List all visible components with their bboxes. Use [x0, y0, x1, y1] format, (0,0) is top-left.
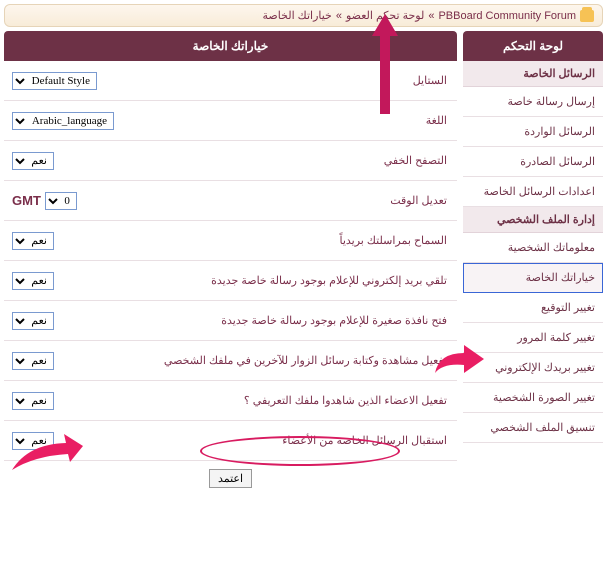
- sidebar-item[interactable]: تغيير بريدك الإلكتروني: [463, 353, 603, 383]
- option-select[interactable]: نعملا: [12, 352, 54, 370]
- forum-icon: [580, 10, 594, 22]
- row-control: نعملا: [4, 226, 144, 256]
- option-select[interactable]: نعملا: [12, 272, 54, 290]
- settings-row: السماح بمراسلتك بريدياً نعملا: [4, 221, 457, 261]
- settings-row: تفعيل مشاهدة وكتابة رسائل الزوار للآخرين…: [4, 341, 457, 381]
- settings-row: التصفح الخفي نعملا: [4, 141, 457, 181]
- submit-button[interactable]: [209, 469, 252, 488]
- row-control: Arabic_language: [4, 106, 144, 136]
- breadcrumb-sep: »: [428, 10, 434, 22]
- main-title: خياراتك الخاصة: [4, 31, 457, 61]
- row-label: تفعيل مشاهدة وكتابة رسائل الزوار للآخرين…: [144, 346, 457, 375]
- row-label: السماح بمراسلتك بريدياً: [144, 226, 457, 255]
- row-control: نعملا: [4, 146, 144, 176]
- sidebar-item[interactable]: تغيير الصورة الشخصية: [463, 383, 603, 413]
- row-control: نعملا: [4, 266, 144, 296]
- option-select[interactable]: نعملا: [12, 232, 54, 250]
- option-select[interactable]: نعملا: [12, 432, 54, 450]
- sidebar-item[interactable]: إرسال رسالة خاصة: [463, 87, 603, 117]
- row-label: الستايل: [144, 66, 457, 95]
- option-select[interactable]: 0: [45, 192, 77, 210]
- main-panel: خياراتك الخاصة الستايل Default Style اللغة…: [4, 31, 457, 496]
- sidebar-subheader: إدارة الملف الشخصي: [463, 207, 603, 233]
- row-control: نعملا: [4, 306, 144, 336]
- row-label: تفعيل الاعضاء الذين شاهدوا ملفك التعريفي…: [144, 386, 457, 415]
- row-label: فتح نافذة صغيرة للإعلام بوجود رسالة خاصة…: [144, 306, 457, 335]
- settings-row: فتح نافذة صغيرة للإعلام بوجود رسالة خاصة…: [4, 301, 457, 341]
- sidebar-item[interactable]: الرسائل الواردة: [463, 117, 603, 147]
- breadcrumb-cp[interactable]: لوحة تحكم العضو: [346, 9, 424, 22]
- option-select[interactable]: Default Style: [12, 72, 97, 90]
- option-select[interactable]: نعملا: [12, 312, 54, 330]
- row-control: نعملا: [4, 426, 144, 456]
- row-label: اللغة: [144, 106, 457, 135]
- settings-row: الستايل Default Style: [4, 61, 457, 101]
- sidebar-item[interactable]: تنسيق الملف الشخصي: [463, 413, 603, 443]
- sidebar-item[interactable]: اعدادات الرسائل الخاصة: [463, 177, 603, 207]
- breadcrumb: PBBoard Community Forum » لوحة تحكم العض…: [4, 4, 603, 27]
- breadcrumb-sep: »: [336, 10, 342, 22]
- option-select[interactable]: نعملا: [12, 392, 54, 410]
- settings-row: تعديل الوقت 0 GMT: [4, 181, 457, 221]
- row-label: تلقي بريد إلكتروني للإعلام بوجود رسالة خ…: [144, 266, 457, 295]
- sidebar-item[interactable]: معلوماتك الشخصية: [463, 233, 603, 263]
- sidebar-subheader: الرسائل الخاصة: [463, 61, 603, 87]
- sidebar-item[interactable]: الرسائل الصادرة: [463, 147, 603, 177]
- row-control: نعملا: [4, 346, 144, 376]
- settings-row: استقبال الرسائل الخاصة من الأعضاء نعملا: [4, 421, 457, 461]
- gmt-label: GMT: [12, 193, 41, 208]
- sidebar: لوحة التحكم الرسائل الخاصةإرسال رسالة خا…: [463, 31, 603, 443]
- sidebar-item[interactable]: تغيير التوقيع: [463, 293, 603, 323]
- sidebar-item[interactable]: خياراتك الخاصة: [463, 263, 603, 293]
- row-control: 0 GMT: [4, 186, 144, 216]
- row-label: تعديل الوقت: [144, 186, 457, 215]
- breadcrumb-current: خياراتك الخاصة: [263, 9, 332, 22]
- settings-row: تفعيل الاعضاء الذين شاهدوا ملفك التعريفي…: [4, 381, 457, 421]
- row-label: التصفح الخفي: [144, 146, 457, 175]
- row-label: استقبال الرسائل الخاصة من الأعضاء: [144, 426, 457, 455]
- row-control: Default Style: [4, 66, 144, 96]
- sidebar-item[interactable]: تغيير كلمة المرور: [463, 323, 603, 353]
- option-select[interactable]: نعملا: [12, 152, 54, 170]
- option-select[interactable]: Arabic_language: [12, 112, 114, 130]
- row-control: نعملا: [4, 386, 144, 416]
- settings-row: تلقي بريد إلكتروني للإعلام بوجود رسالة خ…: [4, 261, 457, 301]
- settings-row: اللغة Arabic_language: [4, 101, 457, 141]
- sidebar-title: لوحة التحكم: [463, 31, 603, 61]
- breadcrumb-forum[interactable]: PBBoard Community Forum: [438, 10, 576, 22]
